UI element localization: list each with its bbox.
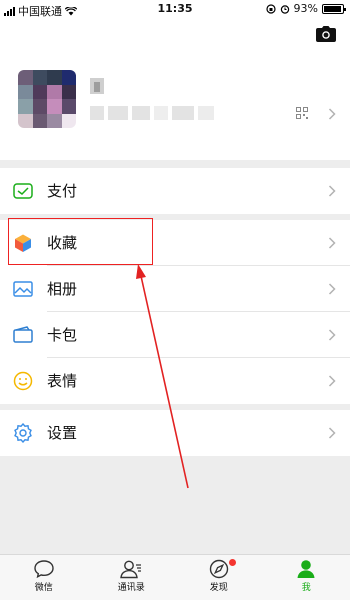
annotation-arrow	[136, 264, 189, 489]
tab-label: 我	[301, 583, 311, 593]
me-icon	[297, 560, 315, 578]
tab-me[interactable]: 我	[263, 555, 350, 600]
tab-chats[interactable]: 微信	[0, 555, 88, 600]
tab-contacts[interactable]: 通讯录	[88, 555, 176, 600]
discover-icon	[209, 559, 228, 579]
tab-discover[interactable]: 发现	[175, 555, 263, 600]
tab-label: 发现	[209, 583, 228, 593]
contacts-icon	[120, 560, 142, 579]
tab-label: 通讯录	[117, 583, 145, 593]
notification-badge	[229, 559, 236, 566]
bottom-tab-bar: 微信 通讯录 发现 我	[0, 554, 350, 600]
tab-label: 微信	[34, 583, 53, 593]
chats-icon	[34, 560, 54, 579]
